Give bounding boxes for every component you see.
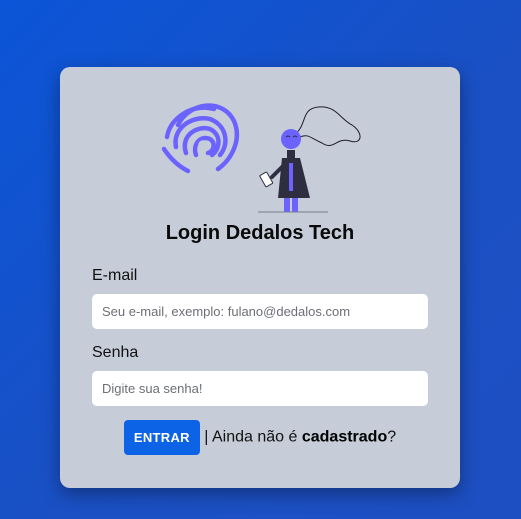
signup-suffix-text: ? bbox=[387, 428, 397, 446]
login-actions: ENTRAR | Ainda não é cadastrado? bbox=[60, 420, 460, 455]
login-illustration bbox=[161, 103, 361, 213]
signup-prefix-text: | Ainda não é bbox=[199, 428, 302, 446]
email-label: E-mail bbox=[92, 267, 138, 284]
login-card: Login Dedalos Tech E-mail Senha ENTRAR |… bbox=[60, 67, 460, 488]
fingerprint-icon bbox=[161, 103, 240, 174]
email-field[interactable] bbox=[92, 294, 428, 329]
page-title: Login Dedalos Tech bbox=[165, 222, 355, 244]
submit-button[interactable]: ENTRAR bbox=[123, 420, 200, 455]
person-with-phone-icon bbox=[258, 106, 361, 213]
password-field[interactable] bbox=[92, 371, 428, 406]
password-label: Senha bbox=[92, 344, 139, 361]
signup-link[interactable]: cadastrado bbox=[302, 429, 387, 446]
